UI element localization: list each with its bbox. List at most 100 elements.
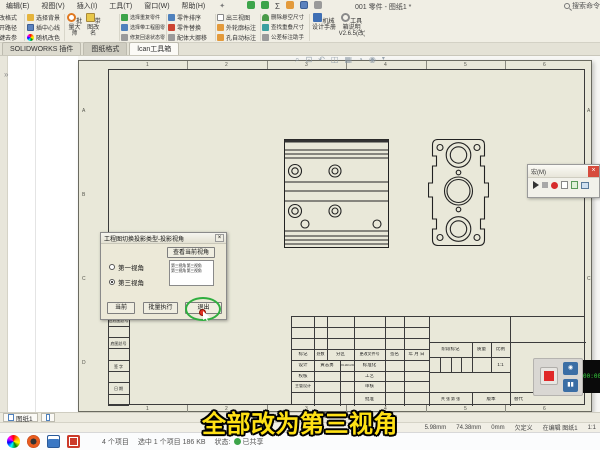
headsup-view-toolbar: ⌕ ⊡ ↶ ◫ ▦ ◔ ◉ ▾ [295, 55, 385, 65]
btn-repair-rollback-parts[interactable]: 修复回退状态零件 [121, 32, 165, 42]
user-icon[interactable] [285, 1, 294, 9]
dialog-title-bar[interactable]: 工程图切换投影类型-投影视角 × [101, 233, 226, 244]
status-y: 74.38mm [456, 424, 482, 431]
btn-random-color[interactable]: 随机改色 [27, 32, 63, 42]
menu-insert[interactable]: 插入(I) [71, 1, 104, 11]
edit-macro-icon[interactable] [571, 181, 578, 189]
projection-angle-dialog[interactable]: 工程图切换投影类型-投影视角 × 查看当前视角 第三视角 第三视角 第三视角 第… [100, 232, 227, 321]
zone-label: D [82, 360, 86, 366]
zoom-fit-icon[interactable]: ⌕ [295, 55, 299, 65]
btn-delete-dangling-dims[interactable]: 删除悬空尺寸 [262, 12, 308, 22]
color-wheel-icon [27, 33, 34, 41]
preview-line: 第三视角 第三视角 [171, 268, 202, 273]
display-style-icon[interactable]: ◔ [358, 55, 363, 65]
view-orientation-icon[interactable]: ▦ [344, 55, 352, 65]
btn-assembly-move[interactable]: 配体大挪移 [168, 32, 214, 42]
calculator-app-icon[interactable] [47, 435, 60, 448]
macro-close-button[interactable]: × [588, 165, 599, 177]
section-view-icon[interactable]: ◫ [331, 55, 339, 65]
sigma-icon[interactable]: Σ [275, 2, 280, 11]
menu-edit[interactable]: 编辑(E) [0, 1, 35, 11]
angle-preview-list[interactable]: 第三视角 第三视角 第三视角 第三视角 [169, 260, 214, 286]
tb-design: 设计 [298, 363, 308, 367]
menu-tools[interactable]: 工具(T) [103, 1, 138, 11]
btn-select-background[interactable]: 选择背景 [27, 12, 63, 22]
btn-three-views[interactable]: 出三视图 [217, 12, 259, 22]
about-icon [341, 13, 351, 22]
toolbar-group-help: 机械设计手册 工具箱说明V2.6.5(改) [311, 12, 369, 43]
shared-icon [233, 438, 241, 445]
tab-sheet-format[interactable]: 图纸格式 [83, 42, 128, 55]
collab2-icon[interactable] [261, 1, 270, 9]
table-icon[interactable] [299, 1, 308, 9]
menu-window[interactable]: 窗口(W) [138, 1, 175, 11]
tab-lcan-toolbox[interactable]: lcan工具箱 [129, 42, 180, 55]
dialog-close-button[interactable]: × [215, 234, 224, 242]
batch-execute-button[interactable]: 批量执行 [143, 302, 178, 314]
hole-dim-icon [217, 33, 224, 41]
dropdown-icon[interactable]: ▾ [382, 55, 385, 65]
previous-view-icon[interactable]: ↶ [318, 55, 325, 65]
doc-icon [217, 13, 224, 21]
ring-app-icon[interactable] [27, 435, 40, 448]
new-macro-icon[interactable] [561, 181, 568, 189]
btn-find-overlap-dims[interactable]: 查找重叠尺寸 [262, 22, 308, 32]
color-wheel-app-icon[interactable] [7, 435, 20, 448]
btn-batch-master[interactable]: 批量大师 [66, 12, 83, 43]
tree-flyout-arrow[interactable]: » [4, 70, 8, 79]
menu-help[interactable]: 帮助(H) [176, 1, 212, 11]
btn-mech-handbook[interactable]: 机械设计手册 [311, 12, 337, 43]
collab-icon[interactable] [247, 1, 256, 9]
zone-label: C [82, 276, 86, 282]
btn-select-parts-with-drawings[interactable]: 选择带工程图零件 [121, 22, 165, 32]
btn-remove-refs[interactable]: 一键去参 [0, 32, 23, 42]
tab-solidworks-addins[interactable]: SOLIDWORKS 插件 [2, 42, 82, 55]
hide-show-icon[interactable]: ◉ [369, 55, 376, 65]
view-current-angle-button[interactable]: 查看当前视角 [167, 247, 215, 258]
front-view[interactable] [284, 139, 389, 248]
tb-approve: 批准 [365, 397, 374, 401]
btn-rename-with-drawing[interactable]: 带图改名 [85, 12, 102, 43]
stop-macro-icon[interactable] [542, 182, 548, 188]
tab-sheet1[interactable]: 图纸1 [3, 413, 38, 423]
btn-part-sort[interactable]: 零件排序 [168, 12, 214, 22]
find-icon [262, 23, 269, 31]
menu-view[interactable]: 视图(V) [35, 1, 70, 11]
radio-first-angle[interactable]: 第一视角 [109, 262, 144, 272]
current-button[interactable]: 当前 [107, 302, 135, 314]
btn-tolerance-helper[interactable]: 公差标注助手 [262, 32, 308, 42]
btn-centerline[interactable]: 插中心线 [27, 22, 63, 32]
side-view[interactable] [428, 139, 489, 246]
tb-h-date: 年 月 日 [408, 352, 425, 356]
btn-hole-auto-dimension[interactable]: 孔自动标注 [217, 32, 259, 42]
btn-toolbox-about[interactable]: 工具箱说明V2.6.5(改) [339, 12, 365, 43]
feature-tree-panel[interactable]: » [4, 56, 78, 412]
recorder-camera-icon[interactable]: ◉ [563, 362, 578, 375]
btn-part-replace[interactable]: 零件替换 [168, 22, 214, 32]
macro-toolbar-popup[interactable]: 宏(M) × [527, 164, 600, 198]
btn-outline-dimension[interactable]: 外轮廓标注 [217, 22, 259, 32]
btn-open-path[interactable]: 打开路径 [0, 22, 23, 32]
pin-icon[interactable]: ✦ [219, 2, 225, 10]
video-caption: 全部改为第三视角 [202, 411, 398, 438]
tb-standardize: 标准化 [362, 363, 377, 367]
recorder-pause-icon[interactable]: ▮▮ [563, 379, 578, 392]
macro-options-icon[interactable] [581, 181, 589, 189]
tb-h-changefile: 更改文件号 [359, 352, 380, 356]
item-count: 4 个项目 [102, 438, 129, 446]
tb-replace: 替代 [514, 397, 523, 401]
add-sheet-tab[interactable] [40, 413, 55, 422]
macro-title-bar[interactable]: 宏(M) × [528, 165, 599, 178]
btn-select-duplicate-parts[interactable]: 选择重复零件 [121, 12, 165, 22]
radio-third-angle[interactable]: 第三视角 [109, 277, 144, 287]
recorder-stop-button[interactable] [540, 367, 558, 385]
btn-modify-format[interactable]: 修改格式 [0, 12, 23, 22]
zoom-area-icon[interactable]: ⊡ [305, 55, 312, 65]
gear-icon[interactable] [313, 1, 322, 9]
tb-check: 校核 [298, 374, 308, 378]
record-macro-icon[interactable] [551, 181, 558, 189]
run-macro-icon[interactable] [533, 181, 539, 189]
search-commands[interactable]: 搜索命令 [564, 1, 600, 11]
zone-label: B [82, 192, 86, 198]
red-app-icon[interactable] [67, 435, 80, 448]
